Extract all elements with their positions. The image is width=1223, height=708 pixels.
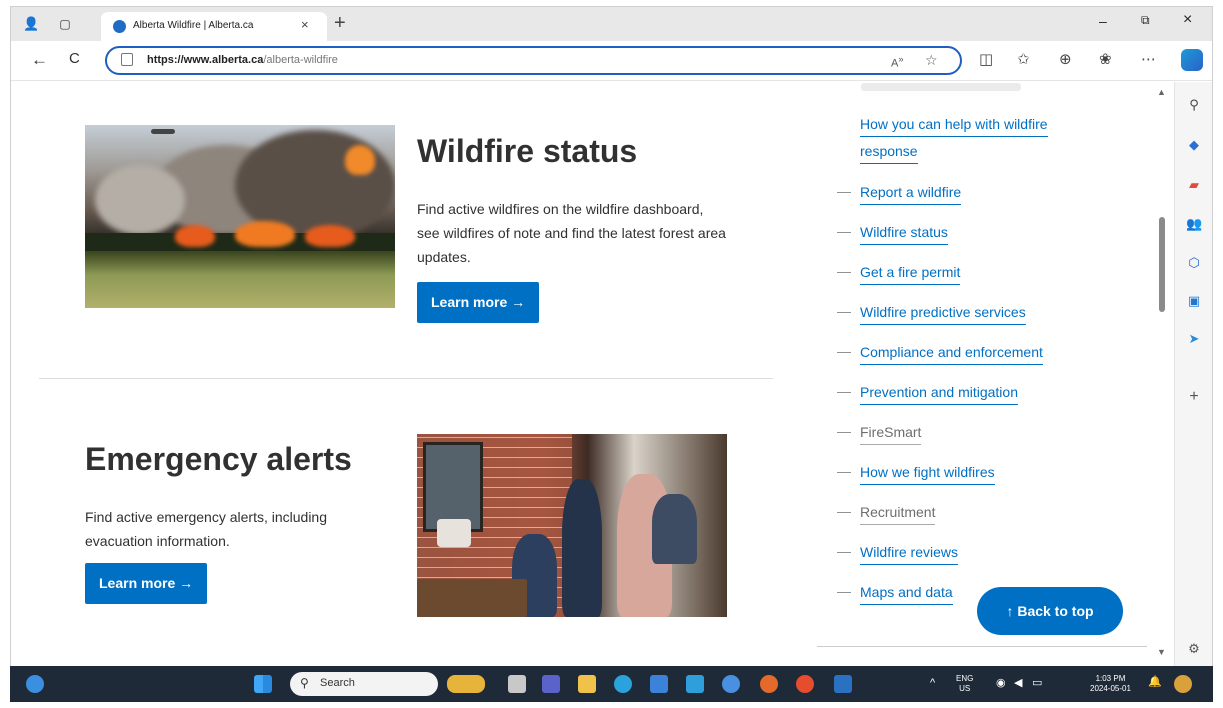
evacuation-image	[417, 434, 727, 617]
notifications-icon[interactable]: 🔔	[1148, 675, 1162, 688]
nav-link-help[interactable]: How you can help with wildfire	[860, 115, 1048, 137]
nav-link-maps[interactable]: Maps and data	[860, 583, 953, 605]
nav-link-report[interactable]: Report a wildfire	[860, 183, 962, 205]
wifi-icon[interactable]: ◉	[996, 676, 1006, 689]
chrome-like-icon[interactable]	[722, 675, 740, 693]
emergency-learn-more-button[interactable]: Learn more →	[85, 563, 208, 604]
favorites-icon[interactable]: ✩	[1017, 50, 1030, 68]
windows-taskbar: ⚲ Search ^ ENG US ◉ ◀ ▭ 1:03 PM 2024-05-01…	[10, 666, 1213, 702]
tab-alberta-wildfire[interactable]: Alberta Wildfire | Alberta.ca ×	[101, 12, 327, 41]
nav-link-reviews[interactable]: Wildfire reviews	[860, 543, 959, 565]
tools-icon[interactable]: ▰	[1186, 178, 1202, 192]
wildfire-image	[85, 125, 395, 308]
language-indicator[interactable]: ENG US	[956, 674, 973, 694]
taskbar-search[interactable]: ⚲ Search	[290, 672, 438, 696]
shopping-tag-icon[interactable]: ◆	[1186, 138, 1202, 152]
workspaces-icon[interactable]: ▢	[57, 16, 73, 32]
wildfire-learn-more-button[interactable]: Learn more →	[417, 282, 540, 323]
back-button[interactable]: ←	[31, 50, 48, 70]
start-icon[interactable]	[254, 675, 272, 693]
clipped-heading	[861, 83, 1021, 91]
navigation-bar: ← C https://www.alberta.ca/alberta-wildf…	[11, 41, 1212, 81]
nav-link-prevention[interactable]: Prevention and mitigation	[860, 383, 1018, 405]
more-menu-icon[interactable]: ⋯	[1141, 50, 1156, 68]
close-window-button[interactable]: ×	[1183, 11, 1192, 29]
favorite-star-icon[interactable]: ☆	[925, 52, 938, 69]
clock[interactable]: 1:03 PM 2024-05-01	[1090, 674, 1131, 694]
app-icon[interactable]	[686, 675, 704, 693]
reload-button[interactable]: C	[69, 50, 80, 67]
scroll-down-arrow-icon[interactable]: ▼	[1157, 647, 1166, 657]
tab-close-icon[interactable]: ×	[301, 17, 309, 32]
section-divider	[39, 378, 773, 379]
drop-icon[interactable]: ➤	[1186, 332, 1202, 346]
sidebar-settings-icon[interactable]: ⚙	[1186, 642, 1202, 656]
add-sidebar-app-icon[interactable]: +	[1186, 389, 1202, 405]
nav-link-help-line2[interactable]: response	[860, 142, 918, 164]
lock-icon	[121, 53, 133, 66]
restore-button[interactable]: ⧉	[1141, 13, 1150, 28]
task-view-icon[interactable]	[508, 675, 526, 693]
store-icon[interactable]	[650, 675, 668, 693]
brave-icon[interactable]	[796, 675, 814, 693]
nav-link-permit[interactable]: Get a fire permit	[860, 263, 961, 285]
emergency-alerts-heading: Emergency alerts	[85, 441, 352, 477]
copilot-taskbar-icon[interactable]	[1174, 675, 1192, 693]
aircraft	[151, 129, 175, 134]
show-hidden-icons[interactable]: ^	[930, 677, 935, 689]
wildfire-status-heading: Wildfire status	[417, 133, 638, 169]
nav-link-fight[interactable]: How we fight wildfires	[860, 463, 995, 485]
search-icon: ⚲	[300, 676, 309, 690]
tab-bar: 👤 ▢ Alberta Wildfire | Alberta.ca × + – …	[11, 7, 1212, 41]
office-icon[interactable]: ⬡	[1186, 256, 1202, 270]
file-explorer-icon[interactable]	[578, 675, 596, 693]
alberta-favicon-icon	[113, 20, 126, 33]
nav-link-status[interactable]: Wildfire status	[860, 223, 948, 245]
url-text: https://www.alberta.ca/alberta-wildfire	[147, 54, 338, 66]
scrollbar-thumb[interactable]	[1159, 217, 1165, 312]
edge-sidebar: ⚲ ◆ ▰ 👥 ⬡ ▣ ➤ + ⚙	[1174, 82, 1212, 669]
scroll-up-arrow-icon[interactable]: ▲	[1157, 87, 1166, 97]
back-to-top-button[interactable]: ↑ Back to top	[977, 587, 1123, 635]
extensions-icon[interactable]: ❀	[1099, 50, 1112, 68]
tab-title: Alberta Wildfire | Alberta.ca	[133, 20, 254, 31]
firefox-icon[interactable]	[760, 675, 778, 693]
new-tab-button[interactable]: +	[334, 12, 346, 35]
search-highlight-icon	[447, 675, 485, 693]
copilot-icon[interactable]	[1181, 49, 1203, 71]
people-icon[interactable]: 👥	[1186, 217, 1202, 231]
address-bar[interactable]: https://www.alberta.ca/alberta-wildfire …	[105, 46, 962, 75]
wildfire-status-description: Find active wildfires on the wildfire da…	[417, 201, 726, 265]
volume-icon[interactable]: ◀	[1014, 676, 1022, 689]
nav-link-firesmart[interactable]: FireSmart	[860, 423, 922, 445]
battery-icon[interactable]: ▭	[1032, 676, 1042, 689]
collections-icon[interactable]: ⊕	[1059, 50, 1072, 68]
emergency-alerts-description: Find active emergency alerts, including …	[85, 509, 328, 549]
minimize-button[interactable]: –	[1099, 13, 1107, 29]
nav-bottom-divider	[817, 646, 1147, 647]
search-icon[interactable]: ⚲	[1186, 98, 1202, 112]
weather-icon[interactable]	[26, 675, 44, 693]
profile-icon[interactable]: 👤	[23, 16, 39, 32]
nav-link-predictive[interactable]: Wildfire predictive services	[860, 303, 1026, 325]
nav-link-recruitment[interactable]: Recruitment	[860, 503, 936, 525]
teams-icon[interactable]	[542, 675, 560, 693]
split-screen-icon[interactable]: ◫	[979, 50, 993, 68]
edge-taskbar-icon[interactable]	[614, 675, 632, 693]
outlook-icon[interactable]: ▣	[1186, 294, 1202, 308]
read-aloud-icon[interactable]: A»	[891, 54, 903, 70]
outlook-taskbar-icon[interactable]	[834, 675, 852, 693]
browser-window: 👤 ▢ Alberta Wildfire | Alberta.ca × + – …	[10, 6, 1213, 702]
nav-link-compliance[interactable]: Compliance and enforcement	[860, 343, 1043, 365]
